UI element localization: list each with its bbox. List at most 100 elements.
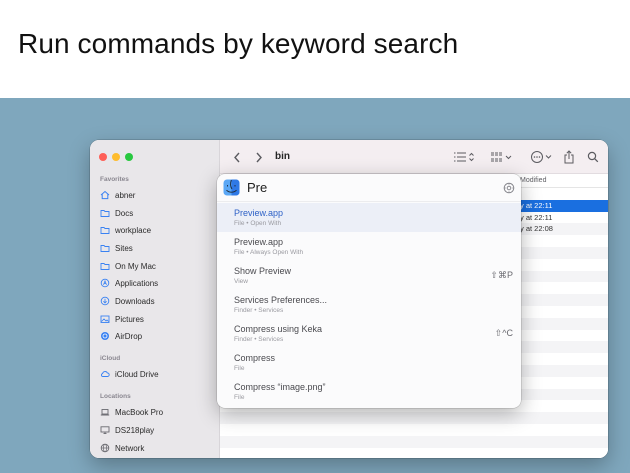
sidebar-item-on-my-mac[interactable]: On My Mac [100,260,156,272]
sidebar-item-label: Network [115,443,145,453]
palette-search-bar: Pre [217,174,521,202]
list-view-icon [454,152,474,162]
sidebar-item-label: Applications [115,278,159,288]
palette-result[interactable]: Preview.app File • Open With [217,203,521,232]
palette-result[interactable]: Compress File [217,348,521,377]
result-subtitle: View [234,278,248,285]
folder-title: bin [275,151,290,162]
sidebar-item-applications[interactable]: Applications [100,277,158,289]
palette-search-input[interactable]: Pre [247,180,267,195]
result-title: Preview.app [234,237,284,247]
result-title: Services Preferences... [234,295,328,305]
sidebar-item-label: Downloads [115,296,155,306]
result-title: Compress [234,353,276,363]
result-title: Preview.app [234,208,284,218]
row-modified: y at 22:08 [520,224,553,234]
result-title: Show Preview [234,266,292,276]
palette-result[interactable]: Show Preview View ⇧⌘P [217,261,521,290]
group-button[interactable] [490,149,516,165]
sidebar-item-label: MacBook Pro [115,407,164,417]
sidebar-item-abner[interactable]: abner [100,189,135,201]
row-modified: y at 22:11 [520,212,553,222]
sidebar-item-label: Pictures [115,314,144,324]
result-subtitle: File • Open With [234,220,282,227]
table-row [220,447,608,458]
sidebar-item-macbook-pro[interactable]: MacBook Pro [100,406,163,418]
sidebar-item-label: abner [115,190,136,200]
sidebar-item-label: workplace [115,225,152,235]
chevron-left-icon [234,152,240,162]
palette-result[interactable]: Compress “image.png” File [217,377,521,406]
pictures-icon [100,314,110,324]
airdrop-icon [100,331,110,341]
sidebar-heading-favorites: Favorites [100,176,129,183]
sidebar-item-label: AirDrop [115,331,143,341]
search-icon [587,151,599,163]
sidebar-item-network[interactable]: Network [100,442,144,454]
sidebar-heading-icloud: iCloud [100,355,121,362]
command-palette: Pre Preview.app File • Open With Preview… [217,174,521,408]
sidebar-item-airdrop[interactable]: AirDrop [100,330,142,342]
sidebar-item-label: Docs [115,208,134,218]
applications-icon [100,278,110,288]
result-title: Compress using Keka [234,324,323,334]
result-title: Compress “image.png” [234,382,326,392]
sidebar-item-icloud-drive[interactable]: iCloud Drive [100,368,159,380]
window-controls [99,153,133,161]
sidebar-item-pictures[interactable]: Pictures [100,313,144,325]
sidebar-item-downloads[interactable]: Downloads [100,295,155,307]
table-row [220,435,608,448]
sidebar: Favorites abner Docs workplace Sites On … [90,140,220,458]
finder-icon [223,179,240,196]
folder-icon [100,208,110,218]
sidebar-item-label: iCloud Drive [115,369,159,379]
palette-result[interactable]: Compress using Keka Finder • Services ⇧^… [217,319,521,348]
sidebar-item-label: Sites [115,243,133,253]
more-icon [531,151,552,163]
sidebar-item-sites[interactable]: Sites [100,242,133,254]
folder-icon [100,243,110,253]
sidebar-item-label: On My Mac [115,261,156,271]
laptop-icon [100,407,110,417]
chevron-right-icon [256,152,262,162]
result-subtitle: File [234,394,245,401]
column-header-modified[interactable]: Modified [520,177,546,184]
sidebar-item-workplace[interactable]: workplace [100,224,151,236]
downloads-icon [100,296,110,306]
action-menu-button[interactable] [530,149,554,165]
gear-icon[interactable] [503,182,515,194]
sidebar-item-label: DS218play [115,425,155,435]
search-button[interactable] [586,149,600,165]
display-icon [100,425,110,435]
keyboard-shortcut: ⇧⌘P [490,270,513,280]
globe-icon [100,443,110,453]
sidebar-item-ds218play[interactable]: DS218play [100,424,154,436]
palette-result[interactable]: Preview.app File • Always Open With [217,232,521,261]
folder-icon [100,261,110,271]
result-subtitle: File • Always Open With [234,249,304,256]
palette-result[interactable]: Services Preferences... Finder • Service… [217,290,521,319]
row-modified: y at 22:11 [520,200,553,210]
share-icon [564,150,574,164]
toolbar: bin [220,140,608,174]
minimize-window-button[interactable] [112,153,120,161]
sidebar-item-docs[interactable]: Docs [100,207,133,219]
close-window-button[interactable] [99,153,107,161]
result-subtitle: Finder • Services [234,336,284,343]
back-button[interactable] [230,149,244,165]
cloud-icon [100,369,110,379]
view-options-button[interactable] [453,149,477,165]
share-button[interactable] [562,149,576,165]
result-subtitle: Finder • Services [234,307,284,314]
sidebar-heading-locations: Locations [100,393,131,400]
zoom-window-button[interactable] [125,153,133,161]
forward-button[interactable] [252,149,266,165]
slide-title: Run commands by keyword search [18,28,459,59]
table-row [220,423,608,436]
grid-view-icon [491,152,512,162]
keyboard-shortcut: ⇧^C [494,328,513,338]
result-subtitle: File [234,365,245,372]
home-icon [100,190,110,200]
folder-icon [100,225,110,235]
table-row [220,412,608,424]
